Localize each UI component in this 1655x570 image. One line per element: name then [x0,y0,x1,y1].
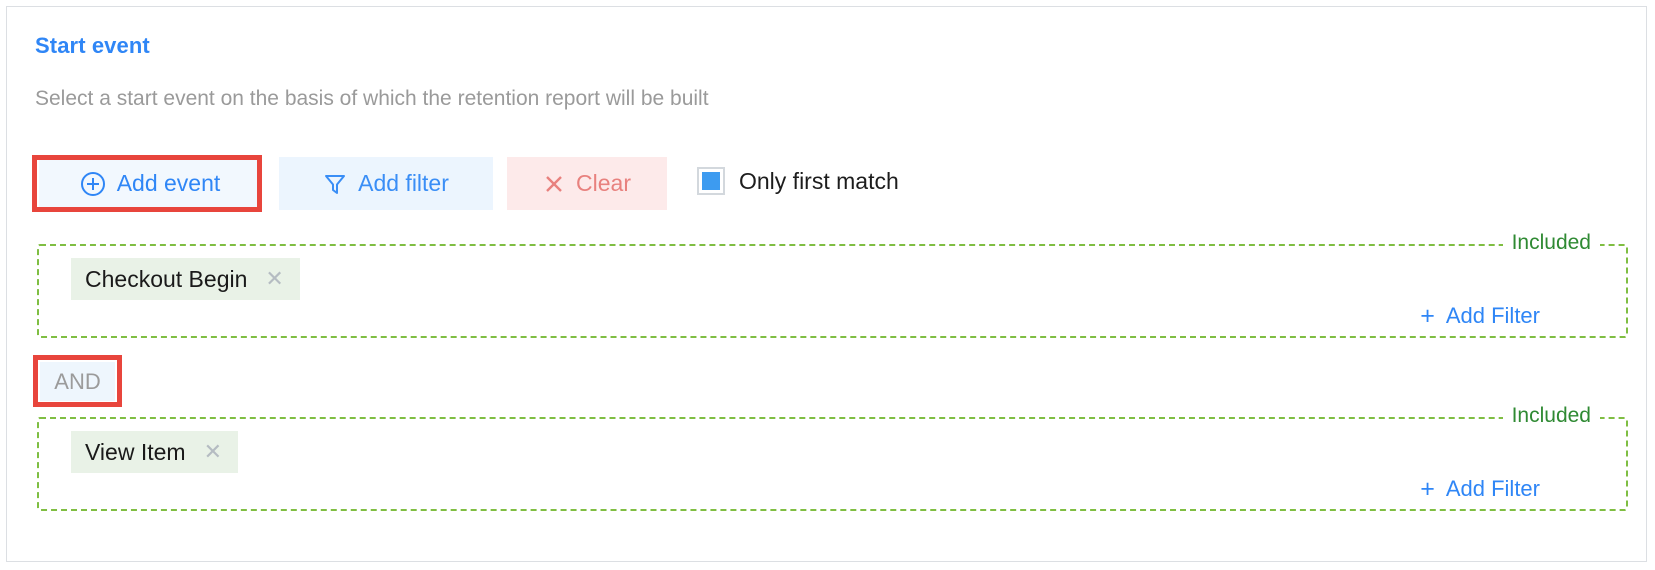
start-event-panel: Start event Select a start event on the … [6,6,1647,562]
plus-circle-icon [80,171,106,197]
event-tag-label: View Item [85,438,186,465]
close-x-icon [543,173,565,195]
page-title: Start event [35,33,150,58]
add-filter-link[interactable]: + Add Filter [1420,476,1540,502]
event-group-included-1: Included Checkout Begin ✕ + Add Filter [37,231,1628,338]
close-x-icon[interactable]: ✕ [265,268,283,290]
clear-label: Clear [576,170,631,196]
plus-icon: + [1420,474,1435,503]
only-first-match-control[interactable]: Only first match [697,167,899,195]
event-tag[interactable]: Checkout Begin ✕ [71,258,300,300]
plus-icon: + [1420,301,1435,330]
event-tag-label: Checkout Begin [85,265,248,292]
add-filter-link[interactable]: + Add Filter [1420,303,1540,329]
only-first-match-label: Only first match [739,167,899,194]
event-group-included-2: Included View Item ✕ + Add Filter [37,404,1628,511]
add-filter-link-label: Add Filter [1445,303,1540,328]
add-event-button[interactable]: Add event [39,157,261,210]
group-legend: Included [1502,404,1600,428]
checkbox-fill [702,172,720,190]
clear-button[interactable]: Clear [507,157,667,210]
funnel-icon [323,172,347,196]
close-x-icon[interactable]: ✕ [204,441,222,463]
logic-connector-label: AND [54,368,101,394]
group-legend: Included [1502,231,1600,255]
add-event-label: Add event [116,170,221,196]
event-tag[interactable]: View Item ✕ [71,431,238,473]
only-first-match-checkbox[interactable] [697,167,725,195]
add-filter-button[interactable]: Add filter [279,157,493,210]
add-filter-link-label: Add Filter [1445,476,1540,501]
section-description: Select a start event on the basis of whi… [35,87,709,110]
add-filter-label: Add filter [358,170,449,196]
logic-connector-and[interactable]: AND [40,362,115,401]
